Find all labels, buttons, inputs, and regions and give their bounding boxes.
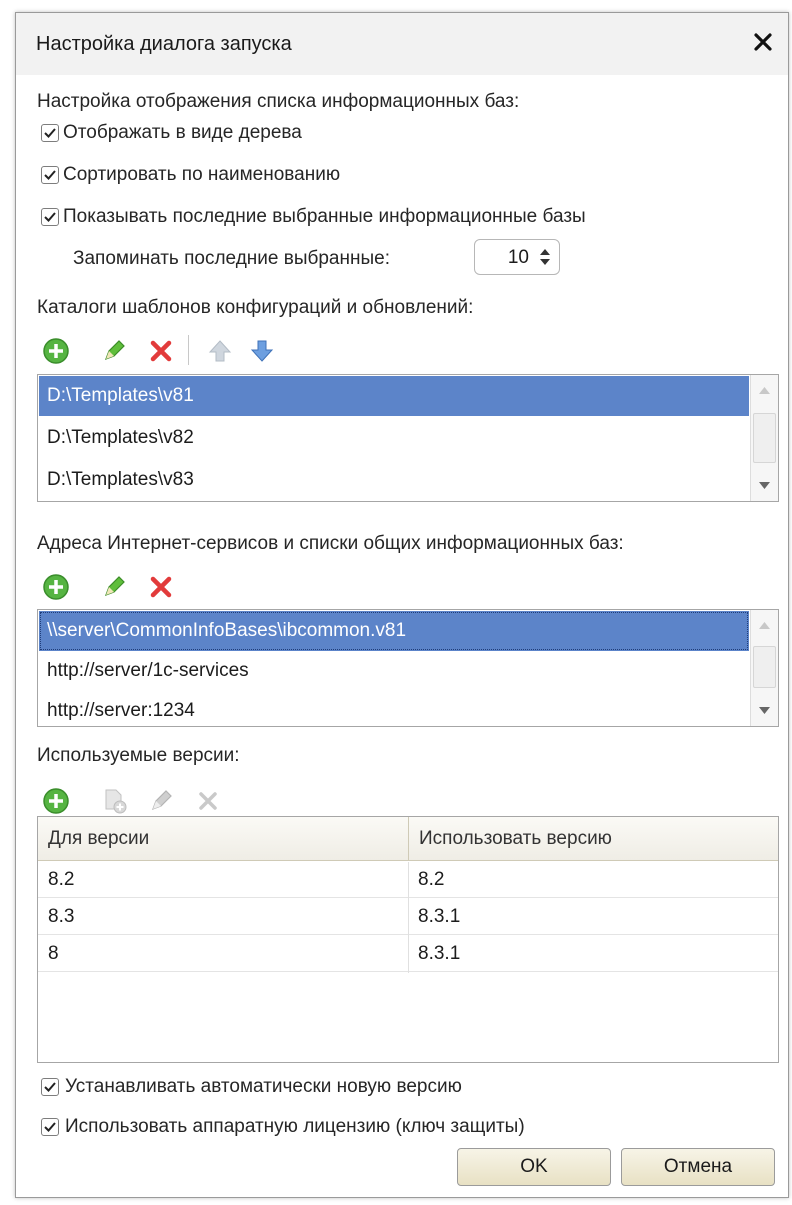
- list-item[interactable]: http://server/1c-services: [39, 651, 749, 691]
- add-icon[interactable]: [42, 787, 70, 815]
- services-list[interactable]: \\server\CommonInfoBases\ibcommon.v81 ht…: [37, 609, 779, 727]
- table-cell[interactable]: 8.2: [38, 862, 408, 898]
- show-recent-label: Показывать последние выбранные информаци…: [63, 206, 586, 227]
- cancel-button[interactable]: Отмена: [621, 1148, 775, 1186]
- ok-button[interactable]: OK: [457, 1148, 611, 1186]
- delete-icon[interactable]: [147, 573, 175, 601]
- spin-arrows-icon[interactable]: [535, 244, 555, 270]
- show-as-tree-checkbox[interactable]: [41, 124, 59, 142]
- sort-by-name-checkbox[interactable]: [41, 166, 59, 184]
- table-cell[interactable]: 8.3.1: [408, 936, 778, 972]
- column-header-use-version[interactable]: Использовать версию: [408, 817, 778, 861]
- table-cell[interactable]: 8: [38, 936, 408, 972]
- toolbar-separator: [188, 335, 189, 365]
- move-down-icon[interactable]: [248, 337, 276, 365]
- launch-settings-dialog: Настройка диалога запуска Настройка отоб…: [15, 12, 789, 1198]
- auto-install-label: Устанавливать автоматически новую версию: [65, 1076, 462, 1097]
- scroll-down-icon[interactable]: [751, 471, 778, 499]
- copy-icon: [100, 787, 128, 815]
- hardware-license-label: Использовать аппаратную лицензию (ключ з…: [65, 1116, 525, 1137]
- remember-recent-value: 10: [507, 247, 529, 268]
- versions-table[interactable]: Для версии Использовать версию 8.2 8.2 8…: [37, 816, 779, 1063]
- list-item[interactable]: \\server\CommonInfoBases\ibcommon.v81: [39, 611, 749, 651]
- scroll-up-icon[interactable]: [751, 612, 778, 640]
- table-cell[interactable]: 8.3: [38, 899, 408, 935]
- templates-list[interactable]: D:\Templates\v81 D:\Templates\v82 D:\Tem…: [37, 374, 779, 502]
- edit-icon[interactable]: [100, 337, 128, 365]
- hardware-license-checkbox[interactable]: [41, 1118, 59, 1136]
- add-icon[interactable]: [42, 337, 70, 365]
- close-icon[interactable]: [750, 29, 776, 55]
- services-scrollbar[interactable]: [750, 610, 778, 726]
- scroll-thumb[interactable]: [753, 646, 776, 688]
- scroll-thumb[interactable]: [753, 413, 776, 463]
- show-as-tree-label: Отображать в виде дерева: [63, 122, 302, 143]
- templates-section-heading: Каталоги шаблонов конфигураций и обновле…: [37, 297, 474, 318]
- list-item[interactable]: D:\Templates\v83: [39, 460, 749, 500]
- show-recent-checkbox[interactable]: [41, 208, 59, 226]
- remember-recent-spinner[interactable]: 10: [474, 239, 560, 275]
- table-cell[interactable]: 8.2: [408, 862, 778, 898]
- list-item[interactable]: D:\Templates\v81: [39, 376, 749, 416]
- add-icon[interactable]: [42, 573, 70, 601]
- versions-section-heading: Используемые версии:: [37, 745, 240, 766]
- move-up-icon[interactable]: [206, 337, 234, 365]
- table-cell[interactable]: 8.3.1: [408, 899, 778, 935]
- scroll-down-icon[interactable]: [751, 696, 778, 724]
- auto-install-checkbox[interactable]: [41, 1078, 59, 1096]
- display-section-heading: Настройка отображения списка информацион…: [37, 91, 520, 112]
- list-item[interactable]: http://server:1234: [39, 691, 749, 726]
- services-section-heading: Адреса Интернет-сервисов и списки общих …: [37, 533, 624, 554]
- delete-icon: [194, 787, 222, 815]
- edit-icon: [147, 787, 175, 815]
- title-bar: Настройка диалога запуска: [16, 13, 788, 75]
- column-divider: [408, 862, 409, 973]
- templates-scrollbar[interactable]: [750, 375, 778, 501]
- edit-icon[interactable]: [100, 573, 128, 601]
- scroll-up-icon[interactable]: [751, 377, 778, 405]
- dialog-title: Настройка диалога запуска: [36, 33, 292, 55]
- remember-recent-label: Запоминать последние выбранные:: [73, 248, 390, 269]
- delete-icon[interactable]: [147, 337, 175, 365]
- list-item[interactable]: D:\Templates\v82: [39, 418, 749, 458]
- sort-by-name-label: Сортировать по наименованию: [63, 164, 341, 185]
- column-header-for-version[interactable]: Для версии: [38, 817, 408, 861]
